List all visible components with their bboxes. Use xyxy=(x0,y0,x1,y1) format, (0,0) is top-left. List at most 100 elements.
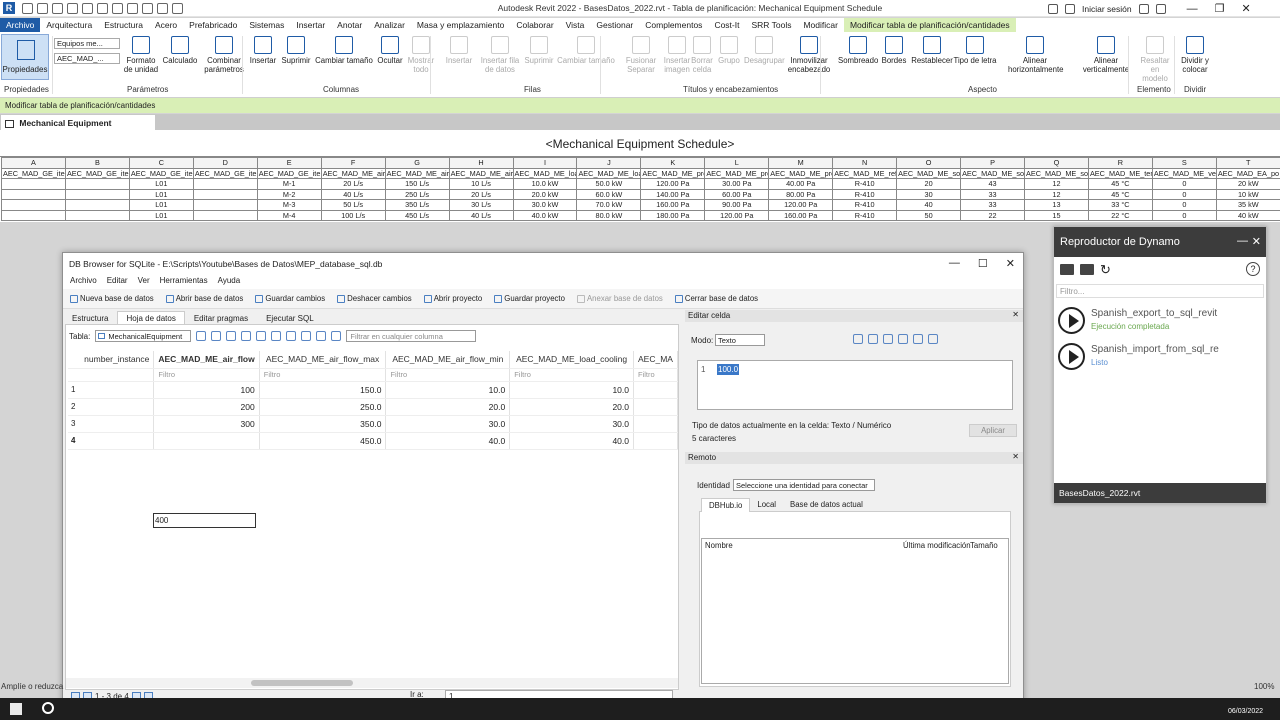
schedule-cell[interactable]: 350 L/s xyxy=(384,199,450,211)
column-header[interactable]: AEC_MAD_ME_air_flow xyxy=(153,351,260,369)
ribbon-tab[interactable]: Analizar xyxy=(368,18,411,32)
grid-cell[interactable] xyxy=(79,398,155,416)
menu-item[interactable]: Archivo xyxy=(67,275,100,289)
grid-cell[interactable]: 20.0 xyxy=(385,398,511,416)
ribbon-tab[interactable]: Modificar xyxy=(797,18,843,32)
print-icon[interactable] xyxy=(256,331,267,341)
ribbon-tab[interactable]: Masa y emplazamiento xyxy=(411,18,510,32)
schedule-cell[interactable]: L01 xyxy=(128,199,194,211)
column-header[interactable]: number_instance xyxy=(79,351,155,369)
column-filter-input[interactable]: Filtro xyxy=(385,368,511,382)
schedule-cell[interactable]: 40 kW xyxy=(1215,209,1280,221)
schedule-cell[interactable]: AEC_MAD_ME_so xyxy=(1024,167,1089,179)
print-icon[interactable] xyxy=(97,3,108,14)
row-number[interactable]: 3 xyxy=(68,415,80,433)
schedule-cell[interactable]: R-410 xyxy=(832,178,898,190)
toolbar-button[interactable]: Deshacer cambios xyxy=(334,292,415,305)
schedule-cell[interactable]: AEC_MAD_ME_ref xyxy=(832,167,898,179)
grid-cell[interactable]: 30.0 xyxy=(509,415,634,433)
ribbon-tab[interactable]: Anotar xyxy=(331,18,368,32)
schedule-cell[interactable]: 20 xyxy=(896,178,962,190)
menu-item[interactable]: Herramientas xyxy=(157,275,211,289)
save-icon[interactable] xyxy=(37,3,48,14)
schedule-cell[interactable]: AEC_MAD_ME_so xyxy=(896,167,962,179)
schedule-cell[interactable]: 0 xyxy=(1151,199,1217,211)
close-pane-icon[interactable]: ✕ xyxy=(1012,310,1019,319)
scrollbar-thumb[interactable] xyxy=(251,680,353,686)
open-icon[interactable] xyxy=(22,3,33,14)
schedule-cell[interactable] xyxy=(64,199,130,211)
ribbon-button[interactable]: Sombreado xyxy=(838,36,878,65)
schedule-cell[interactable]: R-410 xyxy=(832,209,898,221)
edit-cell-textarea[interactable]: 1 100.0 xyxy=(697,360,1013,410)
db-tab[interactable]: Estructura xyxy=(63,311,117,324)
schedule-cell[interactable]: 80.0 kW xyxy=(576,209,642,221)
schedule-cell[interactable]: 50 xyxy=(896,209,962,221)
schedule-cell[interactable]: AEC_MAD_ME_loa xyxy=(512,167,578,179)
script-item[interactable]: Spanish_import_from_sql_re Listo xyxy=(1058,341,1263,375)
ribbon-button[interactable]: Restablecer xyxy=(911,36,953,65)
ribbon-button[interactable]: Inmovilizar encabezado xyxy=(786,36,832,74)
schedule-cell[interactable]: A xyxy=(1,157,66,169)
schedule-cell[interactable]: K xyxy=(640,157,706,169)
schedule-cell[interactable]: 30 xyxy=(896,188,962,200)
schedule-cell[interactable]: D xyxy=(192,157,258,169)
schedule-cell[interactable]: 20.0 kW xyxy=(512,188,578,200)
schedule-cell[interactable]: AEC_MAD_ME_pre xyxy=(640,167,706,179)
schedule-cell[interactable] xyxy=(1,209,66,221)
replace-icon[interactable] xyxy=(316,331,327,341)
binoculars-icon[interactable] xyxy=(1048,3,1058,14)
minimize-icon[interactable]: — xyxy=(1187,3,1198,15)
grid-cell[interactable]: 100 xyxy=(153,381,260,399)
schedule-cell[interactable]: 180.00 Pa xyxy=(640,209,706,221)
find-icon[interactable] xyxy=(301,331,312,341)
schedule-cell[interactable] xyxy=(64,178,130,190)
schedule-cell[interactable]: Q xyxy=(1024,157,1089,169)
toolbar-button[interactable]: Guardar cambios xyxy=(252,292,328,305)
remote-file-list[interactable] xyxy=(701,538,1009,684)
grid-cell[interactable]: 30.0 xyxy=(385,415,511,433)
ribbon-button[interactable]: Formato de unidad xyxy=(122,36,160,74)
identity-select[interactable]: Seleccione una identidad para conectar xyxy=(733,479,875,491)
cart-icon[interactable] xyxy=(1138,3,1149,14)
grid-cell[interactable] xyxy=(633,415,679,433)
filter-all-input[interactable]: Filtrar en cualquier columna xyxy=(346,330,477,342)
schedule-cell[interactable]: 0 xyxy=(1151,178,1217,190)
menu-item[interactable]: Editar xyxy=(104,275,131,289)
schedule-cell[interactable]: 43 xyxy=(960,178,1025,190)
ribbon-button[interactable]: Bordes xyxy=(880,36,908,65)
schedule-cell[interactable]: AEC_MAD_ME_air xyxy=(448,167,514,179)
db-tab[interactable]: Hoja de datos xyxy=(117,311,185,324)
grid-cell[interactable]: 10.0 xyxy=(385,381,511,399)
schedule-cell[interactable]: AEC_MAD_ME_tem xyxy=(1087,167,1153,179)
schedule-cell[interactable]: 250 L/s xyxy=(384,188,450,200)
toolbar-button[interactable]: Abrir proyecto xyxy=(421,292,486,305)
toolbar-button[interactable]: Guardar proyecto xyxy=(491,292,568,305)
schedule-cell[interactable]: 160.00 Pa xyxy=(768,209,834,221)
grid-cell[interactable]: 40.0 xyxy=(385,432,511,450)
minimize-icon[interactable]: — xyxy=(949,257,960,270)
refresh-icon[interactable]: ↻ xyxy=(1100,263,1111,276)
schedule-cell[interactable]: I xyxy=(512,157,578,169)
column-filter-input[interactable]: Filtro xyxy=(509,368,634,382)
schedule-cell[interactable]: 22 °C xyxy=(1087,209,1153,221)
schedule-cell[interactable]: 100 L/s xyxy=(320,209,386,221)
col-size[interactable]: Tamaño xyxy=(970,541,998,550)
grid-cell[interactable]: 10.0 xyxy=(509,381,634,399)
ribbon-tab[interactable]: Estructura xyxy=(98,18,149,32)
schedule-cell[interactable]: M xyxy=(768,157,834,169)
schedule-cell[interactable]: AEC_MAD_GE_ite xyxy=(1,167,66,179)
schedule-cell[interactable]: 140.00 Pa xyxy=(640,188,706,200)
maximize-icon[interactable]: ☐ xyxy=(978,257,988,270)
text-icon[interactable] xyxy=(127,3,138,14)
folder-icon[interactable] xyxy=(1060,264,1074,275)
ribbon-button[interactable]: Suprimir xyxy=(280,36,312,65)
folder-settings-icon[interactable] xyxy=(1080,264,1094,275)
schedule-cell[interactable]: T xyxy=(1215,157,1280,169)
play-icon[interactable] xyxy=(1058,343,1085,370)
schedule-cell[interactable]: 30.0 kW xyxy=(512,199,578,211)
schedule-cell[interactable]: O xyxy=(896,157,962,169)
auto-format-icon[interactable] xyxy=(868,334,878,344)
schedule-cell[interactable]: 10 L/s xyxy=(448,178,514,190)
schedule-cell[interactable]: P xyxy=(960,157,1025,169)
